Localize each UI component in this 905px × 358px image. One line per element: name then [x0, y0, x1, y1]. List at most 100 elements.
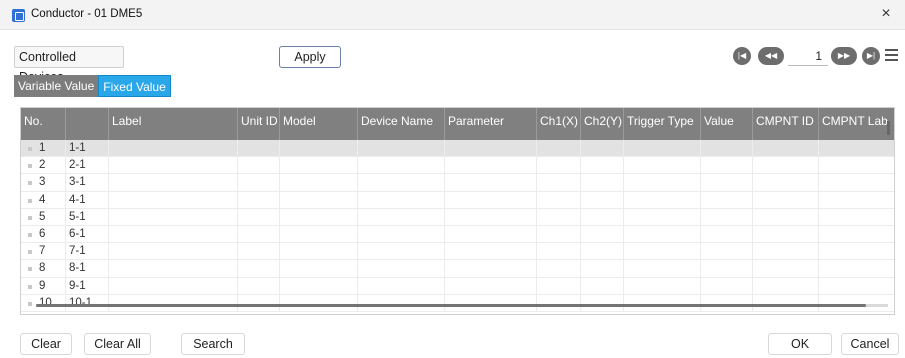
apply-button[interactable]: Apply: [279, 46, 341, 68]
cell-unit-id[interactable]: [238, 277, 280, 295]
cell-parameter[interactable]: [445, 157, 537, 175]
previous-page-icon[interactable]: ◀◀: [758, 47, 784, 65]
cell-ch2[interactable]: [581, 225, 624, 243]
cell-ch1[interactable]: [537, 208, 581, 226]
cell-trigger-type[interactable]: [624, 225, 701, 243]
cell-trigger-type[interactable]: [624, 260, 701, 278]
table-row[interactable]: 6 6-1: [21, 225, 894, 244]
table-row[interactable]: 3 3-1: [21, 174, 894, 192]
cell-cmpnt-id[interactable]: [753, 225, 819, 243]
cell-trigger-type[interactable]: [624, 191, 701, 209]
cell-model[interactable]: [280, 260, 358, 278]
cell-ch1[interactable]: [537, 243, 581, 261]
cell-label[interactable]: [109, 225, 238, 243]
cell-value[interactable]: [701, 208, 753, 226]
cell-value[interactable]: [701, 140, 753, 157]
cell-unit-id[interactable]: [238, 208, 280, 226]
column-header-value[interactable]: Value: [701, 108, 753, 140]
column-header-model[interactable]: Model: [280, 108, 358, 140]
table-row[interactable]: 4 4-1: [21, 191, 894, 209]
cell-trigger-type[interactable]: [624, 174, 701, 192]
cell-value[interactable]: [701, 157, 753, 175]
cell-ch2[interactable]: [581, 243, 624, 261]
cell-ch2[interactable]: [581, 174, 624, 192]
drag-handle-icon[interactable]: [28, 215, 32, 220]
table-row[interactable]: 9 9-1: [21, 277, 894, 295]
menu-icon[interactable]: [885, 49, 898, 61]
cell-label[interactable]: [109, 243, 238, 261]
drag-handle-icon[interactable]: [28, 284, 32, 289]
cell-ch1[interactable]: [537, 140, 581, 157]
drag-handle-icon[interactable]: [28, 267, 32, 272]
ok-button[interactable]: OK: [768, 333, 832, 355]
column-header-unit-id[interactable]: Unit ID: [238, 108, 280, 140]
cell-parameter[interactable]: [445, 243, 537, 261]
column-header-parameter[interactable]: Parameter: [445, 108, 537, 140]
cell-trigger-type[interactable]: [624, 140, 701, 157]
cell-parameter[interactable]: [445, 225, 537, 243]
cancel-button[interactable]: Cancel: [841, 333, 899, 355]
cell-value[interactable]: [701, 243, 753, 261]
cell-value[interactable]: [701, 191, 753, 209]
column-header-ch1[interactable]: Ch1(X): [537, 108, 581, 140]
cell-label[interactable]: [109, 140, 238, 157]
column-header-id[interactable]: [66, 108, 109, 140]
cell-cmpnt-id[interactable]: [753, 260, 819, 278]
column-header-cmpnt-label[interactable]: CMPNT Lab: [819, 108, 894, 140]
cell-unit-id[interactable]: [238, 174, 280, 192]
cell-value[interactable]: [701, 225, 753, 243]
cell-ch1[interactable]: [537, 260, 581, 278]
cell-device-name[interactable]: [358, 174, 445, 192]
cell-parameter[interactable]: [445, 174, 537, 192]
cell-unit-id[interactable]: [238, 140, 280, 157]
cell-ch1[interactable]: [537, 191, 581, 209]
tab-fixed-value[interactable]: Fixed Value: [98, 75, 171, 97]
cell-device-name[interactable]: [358, 277, 445, 295]
cell-cmpnt-id[interactable]: [753, 208, 819, 226]
cell-ch1[interactable]: [537, 174, 581, 192]
table-row[interactable]: 5 5-1: [21, 208, 894, 226]
cell-device-name[interactable]: [358, 157, 445, 175]
drag-handle-icon[interactable]: [28, 147, 32, 151]
cell-unit-id[interactable]: [238, 225, 280, 243]
cell-ch2[interactable]: [581, 277, 624, 295]
cell-cmpnt-id[interactable]: [753, 140, 819, 157]
cell-model[interactable]: [280, 243, 358, 261]
cell-model[interactable]: [280, 277, 358, 295]
first-page-icon[interactable]: |◀: [733, 47, 751, 65]
cell-parameter[interactable]: [445, 260, 537, 278]
column-header-no[interactable]: No.: [21, 108, 66, 140]
cell-model[interactable]: [280, 208, 358, 226]
cell-label[interactable]: [109, 208, 238, 226]
cell-cmpnt-id[interactable]: [753, 243, 819, 261]
cell-value[interactable]: [701, 277, 753, 295]
cell-model[interactable]: [280, 174, 358, 192]
table-row[interactable]: 2 2-1: [21, 157, 894, 175]
tab-variable-value[interactable]: Variable Value: [14, 75, 99, 97]
cell-cmpnt-id[interactable]: [753, 174, 819, 192]
cell-device-name[interactable]: [358, 260, 445, 278]
drag-handle-icon[interactable]: [28, 181, 32, 186]
drag-handle-icon[interactable]: [28, 164, 32, 169]
cell-trigger-type[interactable]: [624, 277, 701, 295]
cell-ch2[interactable]: [581, 140, 624, 157]
controlled-devices-button[interactable]: Controlled Devices: [14, 46, 124, 84]
next-page-icon[interactable]: ▶▶: [831, 47, 857, 65]
close-icon[interactable]: ×: [877, 5, 895, 23]
last-page-icon[interactable]: ▶|: [862, 47, 880, 65]
cell-value[interactable]: [701, 260, 753, 278]
cell-unit-id[interactable]: [238, 260, 280, 278]
cell-trigger-type[interactable]: [624, 243, 701, 261]
drag-handle-icon[interactable]: [28, 232, 32, 237]
cell-ch1[interactable]: [537, 225, 581, 243]
cell-parameter[interactable]: [445, 191, 537, 209]
cell-ch1[interactable]: [537, 277, 581, 295]
cell-model[interactable]: [280, 157, 358, 175]
search-button[interactable]: Search: [181, 333, 245, 355]
cell-trigger-type[interactable]: [624, 208, 701, 226]
cell-model[interactable]: [280, 140, 358, 157]
column-header-label[interactable]: Label: [109, 108, 238, 140]
cell-device-name[interactable]: [358, 225, 445, 243]
cell-parameter[interactable]: [445, 208, 537, 226]
cell-label[interactable]: [109, 157, 238, 175]
